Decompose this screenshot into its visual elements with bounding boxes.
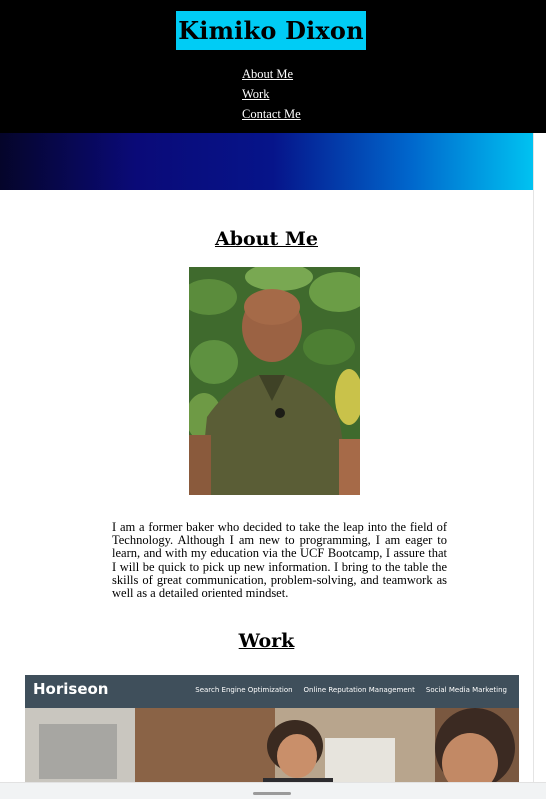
project-link: Search Engine Optimization: [195, 686, 293, 694]
nav-link-contact-me[interactable]: Contact Me: [242, 104, 301, 124]
project-preview-links: Search Engine Optimization Online Reputa…: [195, 686, 507, 694]
gesture-handle[interactable]: [253, 792, 291, 795]
site-header: Kimiko Dixon About Me Work Contact Me: [0, 0, 546, 133]
nav-link-work[interactable]: Work: [242, 84, 301, 104]
about-me-heading: About Me: [214, 228, 319, 250]
page-scrollbar[interactable]: [533, 133, 546, 799]
project-brand: Horiseon: [33, 680, 109, 698]
nav-link-about-me[interactable]: About Me: [242, 64, 301, 84]
project-link: Social Media Marketing: [425, 686, 507, 694]
project-preview-navbar: Horiseon Search Engine Optimization Onli…: [25, 675, 519, 708]
browser-bottom-bar: [0, 782, 546, 799]
project-card-horiseon[interactable]: Horiseon Search Engine Optimization Onli…: [25, 675, 519, 799]
profile-photo: [189, 267, 360, 495]
profile-photo-image: [189, 267, 360, 495]
work-heading: Work: [238, 630, 295, 652]
site-title: Kimiko Dixon: [176, 11, 366, 50]
about-me-bio: I am a former baker who decided to take …: [112, 520, 447, 601]
main-nav: About Me Work Contact Me: [242, 64, 301, 124]
hero-banner: [0, 133, 546, 190]
project-link: Online Reputation Management: [303, 686, 415, 694]
